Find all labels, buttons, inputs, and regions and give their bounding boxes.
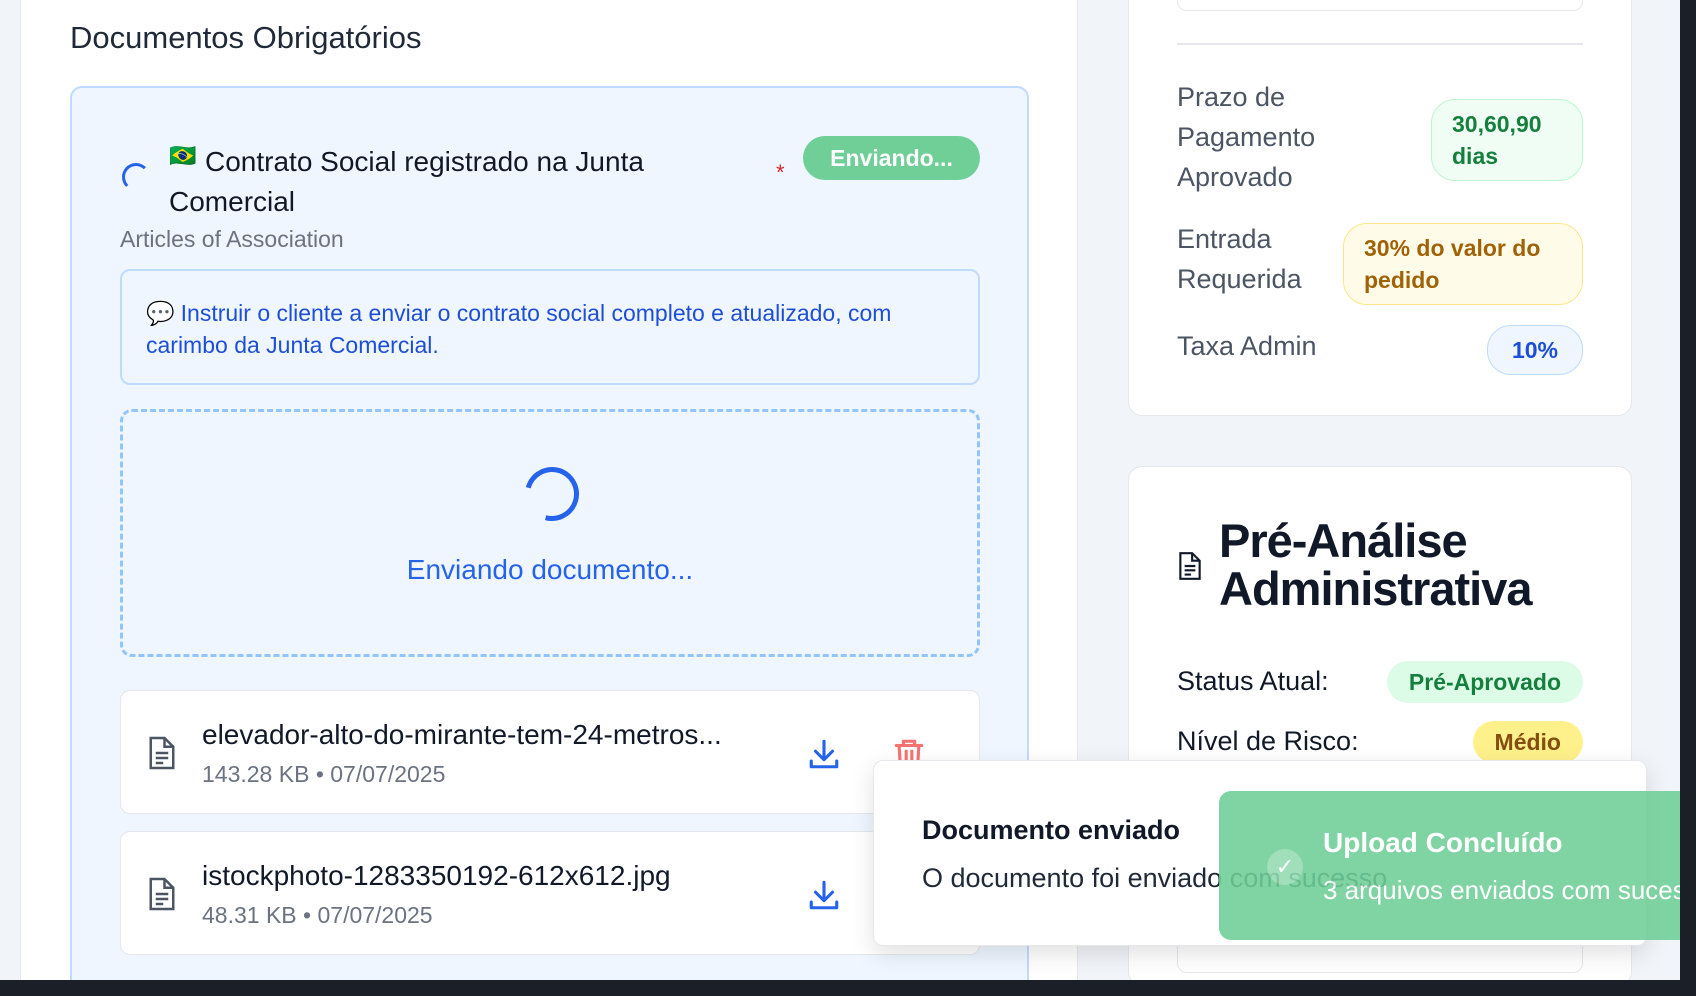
entry-label: Entrada Requerida <box>1177 224 1302 294</box>
file-size: 143.28 KB <box>202 761 310 787</box>
file-meta: 48.31 KB • 07/07/2025 <box>202 902 433 929</box>
payment-term-badge: 30,60,90 dias <box>1431 99 1583 181</box>
meta-separator: • <box>303 902 312 928</box>
check-icon: ✓ <box>1267 849 1303 885</box>
file-size: 48.31 KB <box>202 902 297 928</box>
section-title: Documentos Obrigatórios <box>70 20 422 55</box>
admin-fee-badge: 10% <box>1487 325 1583 375</box>
payment-term-label: Prazo de Pagamento Aprovado <box>1177 82 1316 192</box>
loading-spinner-icon <box>122 163 150 191</box>
file-row: istockphoto-1283350192-612x612.jpg 48.31… <box>120 831 980 955</box>
download-icon[interactable] <box>807 737 841 771</box>
toast-title: Documento enviado <box>922 815 1181 845</box>
file-row: elevador-alto-do-mirante-tem-24-metros..… <box>120 690 980 814</box>
terms-card: Prazo de Pagamento Aprovado 30,60,90 dia… <box>1128 0 1632 416</box>
risk-label: Nível de Risco: <box>1177 726 1359 756</box>
file-icon <box>149 736 175 770</box>
viewport: Documentos Obrigatórios 🇧🇷 Contrato Soci… <box>0 0 1680 980</box>
toast-title: Upload Concluído <box>1323 827 1563 858</box>
input-field[interactable] <box>1177 0 1583 11</box>
document-title: Contrato Social registrado na Junta Come… <box>169 146 644 217</box>
instruction-text: Instruir o cliente a enviar o contrato s… <box>146 300 892 358</box>
document-icon <box>1179 552 1201 580</box>
file-name: elevador-alto-do-mirante-tem-24-metros..… <box>202 719 722 750</box>
pre-analysis-title: Pré-Análise Administrativa <box>1219 514 1532 615</box>
status-badge: Enviando... <box>803 136 980 180</box>
file-name: istockphoto-1283350192-612x612.jpg <box>202 860 671 891</box>
upload-complete-toast[interactable]: ✓ Upload Concluído 3 arquivos enviados c… <box>1219 791 1680 940</box>
status-value-badge: Pré-Aprovado <box>1386 661 1583 703</box>
speech-bubble-icon: 💬 <box>146 300 175 326</box>
risk-value-badge: Médio <box>1472 721 1583 763</box>
upload-dropzone[interactable]: Enviando documento... <box>120 409 980 657</box>
file-meta: 143.28 KB • 07/07/2025 <box>202 761 445 788</box>
admin-fee-label: Taxa Admin <box>1177 331 1317 361</box>
divider <box>1177 43 1583 45</box>
instruction-note: 💬 Instruir o cliente a enviar o contrato … <box>120 269 980 385</box>
toast-message: 3 arquivos enviados com sucesso <box>1323 875 1680 905</box>
meta-separator: • <box>315 761 324 787</box>
file-date: 07/07/2025 <box>330 761 446 787</box>
document-subtitle: Articles of Association <box>120 226 344 252</box>
entry-badge: 30% do valor do pedido <box>1343 223 1583 305</box>
required-indicator: * <box>776 160 785 185</box>
status-label: Status Atual: <box>1177 666 1329 696</box>
file-date: 07/07/2025 <box>317 902 433 928</box>
download-icon[interactable] <box>807 878 841 912</box>
upload-spinner-icon <box>515 457 589 531</box>
upload-status-label: Enviando documento... <box>406 554 694 585</box>
file-icon <box>149 877 175 911</box>
